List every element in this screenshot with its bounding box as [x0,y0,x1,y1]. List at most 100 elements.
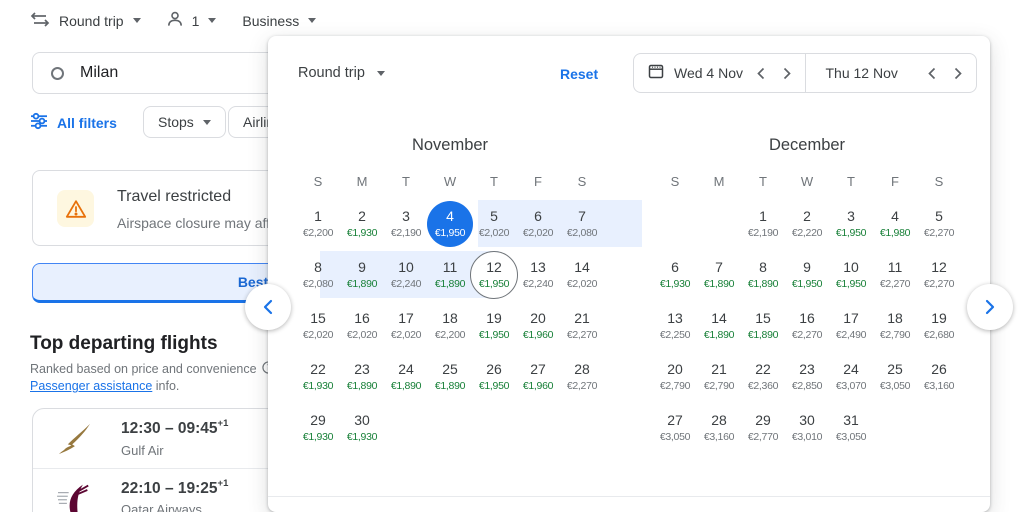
day-number: 19 [931,309,947,326]
departure-next-day-button[interactable] [775,61,799,85]
calendar-day-december-18[interactable]: 18 €2,790 [873,300,917,351]
calendar-day-december-16[interactable]: 16 €2,270 [785,300,829,351]
chevron-down-icon [202,119,211,125]
calendar-day-december-30[interactable]: 30 €3,010 [785,402,829,453]
day-number: 28 [711,411,727,428]
return-next-day-button[interactable] [946,61,970,85]
calendar-day-november-17[interactable]: 17 €2,020 [384,300,428,351]
next-months-button[interactable] [967,284,1013,330]
calendar-day-november-4[interactable]: 4 €1,950 [428,198,472,249]
calendar-day-november-2[interactable]: 2 €1,930 [340,198,384,249]
day-number: 8 [759,258,767,275]
passengers-dropdown[interactable]: 1 [167,11,217,30]
calendar-day-november-11[interactable]: 11 €1,890 [428,249,472,300]
calendar-day-november-15[interactable]: 15 €2,020 [296,300,340,351]
flight-time: 22:10 – 19:25+1 [121,477,229,498]
calendar-day-december-21[interactable]: 21 €2,790 [697,351,741,402]
day-number: 28 [574,360,590,377]
calendar-day-december-31[interactable]: 31 €3,050 [829,402,873,453]
calendar-day-november-1[interactable]: 1 €2,200 [296,198,340,249]
calendar-day-december-2[interactable]: 2 €2,220 [785,198,829,249]
calendar-day-december-11[interactable]: 11 €2,270 [873,249,917,300]
previous-months-button[interactable] [245,284,291,330]
calendar-day-november-28[interactable]: 28 €2,270 [560,351,604,402]
calendar-day-december-15[interactable]: 15 €1,890 [741,300,785,351]
calendar-day-november-27[interactable]: 27 €1,960 [516,351,560,402]
calendar-day-december-7[interactable]: 7 €1,890 [697,249,741,300]
calendar-day-november-3[interactable]: 3 €2,190 [384,198,428,249]
calendar-day-november-21[interactable]: 21 €2,270 [560,300,604,351]
weekday-header: SMTWTFS [296,174,604,192]
return-prev-day-button[interactable] [920,61,944,85]
calendar-day-november-30[interactable]: 30 €1,930 [340,402,384,453]
empty-cell [697,198,741,249]
calendar-day-december-13[interactable]: 13 €2,250 [653,300,697,351]
calendar-day-november-13[interactable]: 13 €2,240 [516,249,560,300]
calendar-day-november-20[interactable]: 20 €1,960 [516,300,560,351]
calendar-day-december-22[interactable]: 22 €2,360 [741,351,785,402]
passenger-assistance-link[interactable]: Passenger assistance [30,379,152,393]
day-price: €3,050 [835,430,867,443]
calendar-day-november-23[interactable]: 23 €1,890 [340,351,384,402]
calendar-day-november-12[interactable]: 12 €1,950 [472,249,516,300]
calendar-day-november-25[interactable]: 25 €1,890 [428,351,472,402]
calendar-day-november-6[interactable]: 6 €2,020 [516,198,560,249]
calendar-day-december-24[interactable]: 24 €3,070 [829,351,873,402]
calendar-day-november-10[interactable]: 10 €2,240 [384,249,428,300]
day-price: €1,930 [346,430,378,443]
calendar-day-december-9[interactable]: 9 €1,950 [785,249,829,300]
calendar-day-december-28[interactable]: 28 €3,160 [697,402,741,453]
trip-type-dropdown[interactable]: Round trip [30,11,141,30]
day-price: €2,020 [390,328,422,341]
return-date-field[interactable]: Thu 12 Nov [806,54,977,92]
reset-button[interactable]: Reset [560,66,598,82]
day-number: 6 [671,258,679,275]
calendar-day-november-29[interactable]: 29 €1,930 [296,402,340,453]
calendar-day-december-6[interactable]: 6 €1,930 [653,249,697,300]
calendar-day-december-3[interactable]: 3 €1,950 [829,198,873,249]
day-price: €3,010 [791,430,823,443]
weekday-label: T [759,174,767,189]
stops-filter-button[interactable]: Stops [143,106,226,138]
calendar-day-december-5[interactable]: 5 €2,270 [917,198,961,249]
datepicker-trip-type-dropdown[interactable]: Round trip [298,65,385,81]
calendar-day-december-26[interactable]: 26 €3,160 [917,351,961,402]
calendar-day-december-4[interactable]: 4 €1,980 [873,198,917,249]
calendar-day-november-26[interactable]: 26 €1,950 [472,351,516,402]
day-number: 7 [578,207,586,224]
calendar-day-november-5[interactable]: 5 €2,020 [472,198,516,249]
day-price: €2,790 [879,328,911,341]
chevron-down-icon [132,18,141,23]
calendar-day-december-1[interactable]: 1 €2,190 [741,198,785,249]
trip-type-label: Round trip [59,12,124,29]
calendar-day-december-25[interactable]: 25 €3,050 [873,351,917,402]
calendar-day-december-29[interactable]: 29 €2,770 [741,402,785,453]
calendar-day-december-20[interactable]: 20 €2,790 [653,351,697,402]
calendar-day-december-12[interactable]: 12 €2,270 [917,249,961,300]
calendar-day-november-16[interactable]: 16 €2,020 [340,300,384,351]
calendar-day-december-10[interactable]: 10 €1,950 [829,249,873,300]
calendar-day-december-27[interactable]: 27 €3,050 [653,402,697,453]
day-number: 10 [843,258,859,275]
day-price: €2,020 [566,277,598,290]
calendar-day-november-18[interactable]: 18 €2,200 [428,300,472,351]
calendar-day-november-14[interactable]: 14 €2,020 [560,249,604,300]
calendar-day-december-17[interactable]: 17 €2,490 [829,300,873,351]
calendar-day-december-23[interactable]: 23 €2,850 [785,351,829,402]
day-number: 20 [667,360,683,377]
calendar-day-november-19[interactable]: 19 €1,950 [472,300,516,351]
departure-prev-day-button[interactable] [749,61,773,85]
calendar-day-december-8[interactable]: 8 €1,890 [741,249,785,300]
day-number: 27 [530,360,546,377]
cabin-class-dropdown[interactable]: Business [242,13,317,29]
calendar-day-november-22[interactable]: 22 €1,930 [296,351,340,402]
calendar-day-november-24[interactable]: 24 €1,890 [384,351,428,402]
calendar-day-november-7[interactable]: 7 €2,080 [560,198,604,249]
calendar-day-december-14[interactable]: 14 €1,890 [697,300,741,351]
month-title: November [411,136,489,154]
calendar-day-december-19[interactable]: 19 €2,680 [917,300,961,351]
calendar-day-november-9[interactable]: 9 €1,890 [340,249,384,300]
all-filters-button[interactable]: All filters [30,112,117,133]
departure-date-field[interactable]: Wed 4 Nov [634,54,805,92]
calendar-day-november-8[interactable]: 8 €2,080 [296,249,340,300]
